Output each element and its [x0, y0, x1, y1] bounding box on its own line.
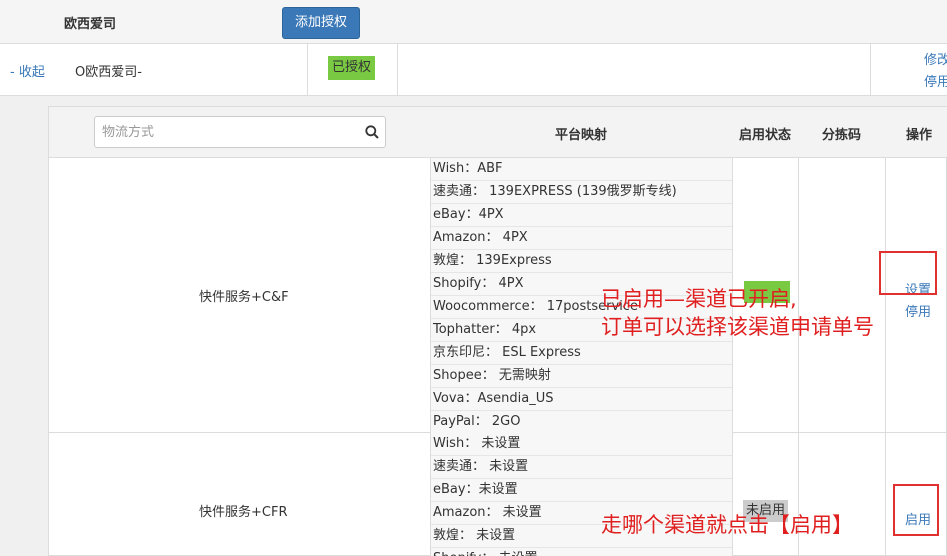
disable-account-link[interactable]: 停用: [924, 71, 947, 90]
mapping-item: eBay：4PX: [431, 204, 732, 227]
add-authorization-button[interactable]: 添加授权: [282, 7, 360, 39]
annotation-enabled-line2: 订单可以选择该渠道申请单号: [601, 315, 874, 339]
annotation-enabled-line1: 已启用—渠道已开启,: [601, 287, 797, 311]
actions-header: 操作: [906, 128, 933, 143]
platform-mapping-header: 平台映射: [555, 128, 608, 143]
account-header-row: 欧西爱司 添加授权: [0, 0, 947, 44]
disable-channel-link[interactable]: 停用: [905, 301, 931, 320]
logistics-search-input[interactable]: [95, 117, 355, 147]
mapping-item: 京东印尼： ESL Express: [431, 342, 732, 365]
column-divider: [397, 44, 398, 96]
mapping-item: 速卖通： 139EXPRESS (139俄罗斯专线): [431, 181, 732, 204]
highlight-enable-box: [893, 484, 939, 536]
column-divider: [885, 158, 886, 432]
column-divider: [885, 433, 886, 556]
mapping-item: Shopee： 无需映射: [431, 365, 732, 388]
mapping-item: Wish： 未设置: [431, 433, 732, 456]
company-authorization-row: - 收起 O欧西爱司- 已授权 修改 停用: [0, 44, 947, 96]
mapping-item: PayPal： 2GO: [431, 411, 732, 434]
authorized-company-name: O欧西爱司-: [75, 65, 142, 80]
column-divider: [870, 44, 871, 96]
company-name: 欧西爱司: [64, 17, 117, 32]
modify-link[interactable]: 修改: [924, 49, 947, 68]
channel-row-cf: 快件服务+C&F Wish：ABF 速卖通： 139EXPRESS (139俄罗…: [49, 158, 947, 434]
mapping-item: Vova：Asendia_US: [431, 388, 732, 411]
mapping-item: Shopify： 未设置: [431, 548, 732, 556]
service-name: 快件服务+C&F: [199, 290, 289, 305]
logistics-search-box: [94, 116, 386, 148]
highlight-settings-box: [879, 251, 937, 295]
mapping-item: Wish：ABF: [431, 158, 732, 181]
mapping-item: 敦煌： 139Express: [431, 250, 732, 273]
search-icon[interactable]: [365, 125, 379, 139]
service-name: 快件服务+CFR: [199, 505, 288, 520]
mapping-item: eBay：未设置: [431, 479, 732, 502]
column-divider: [798, 158, 799, 432]
authorized-status-badge: 已授权: [328, 56, 376, 80]
annotation-how-to-enable: 走哪个渠道就点击【启用】: [601, 513, 853, 537]
status-header: 启用状态: [739, 128, 792, 143]
mapping-item: 速卖通： 未设置: [431, 456, 732, 479]
mapping-item: Amazon： 4PX: [431, 227, 732, 250]
column-divider: [307, 44, 308, 96]
sort-code-header: 分拣码: [822, 128, 862, 143]
collapse-link[interactable]: - 收起: [10, 61, 45, 80]
table-header: 平台映射 启用状态 分拣码 操作: [49, 107, 947, 158]
